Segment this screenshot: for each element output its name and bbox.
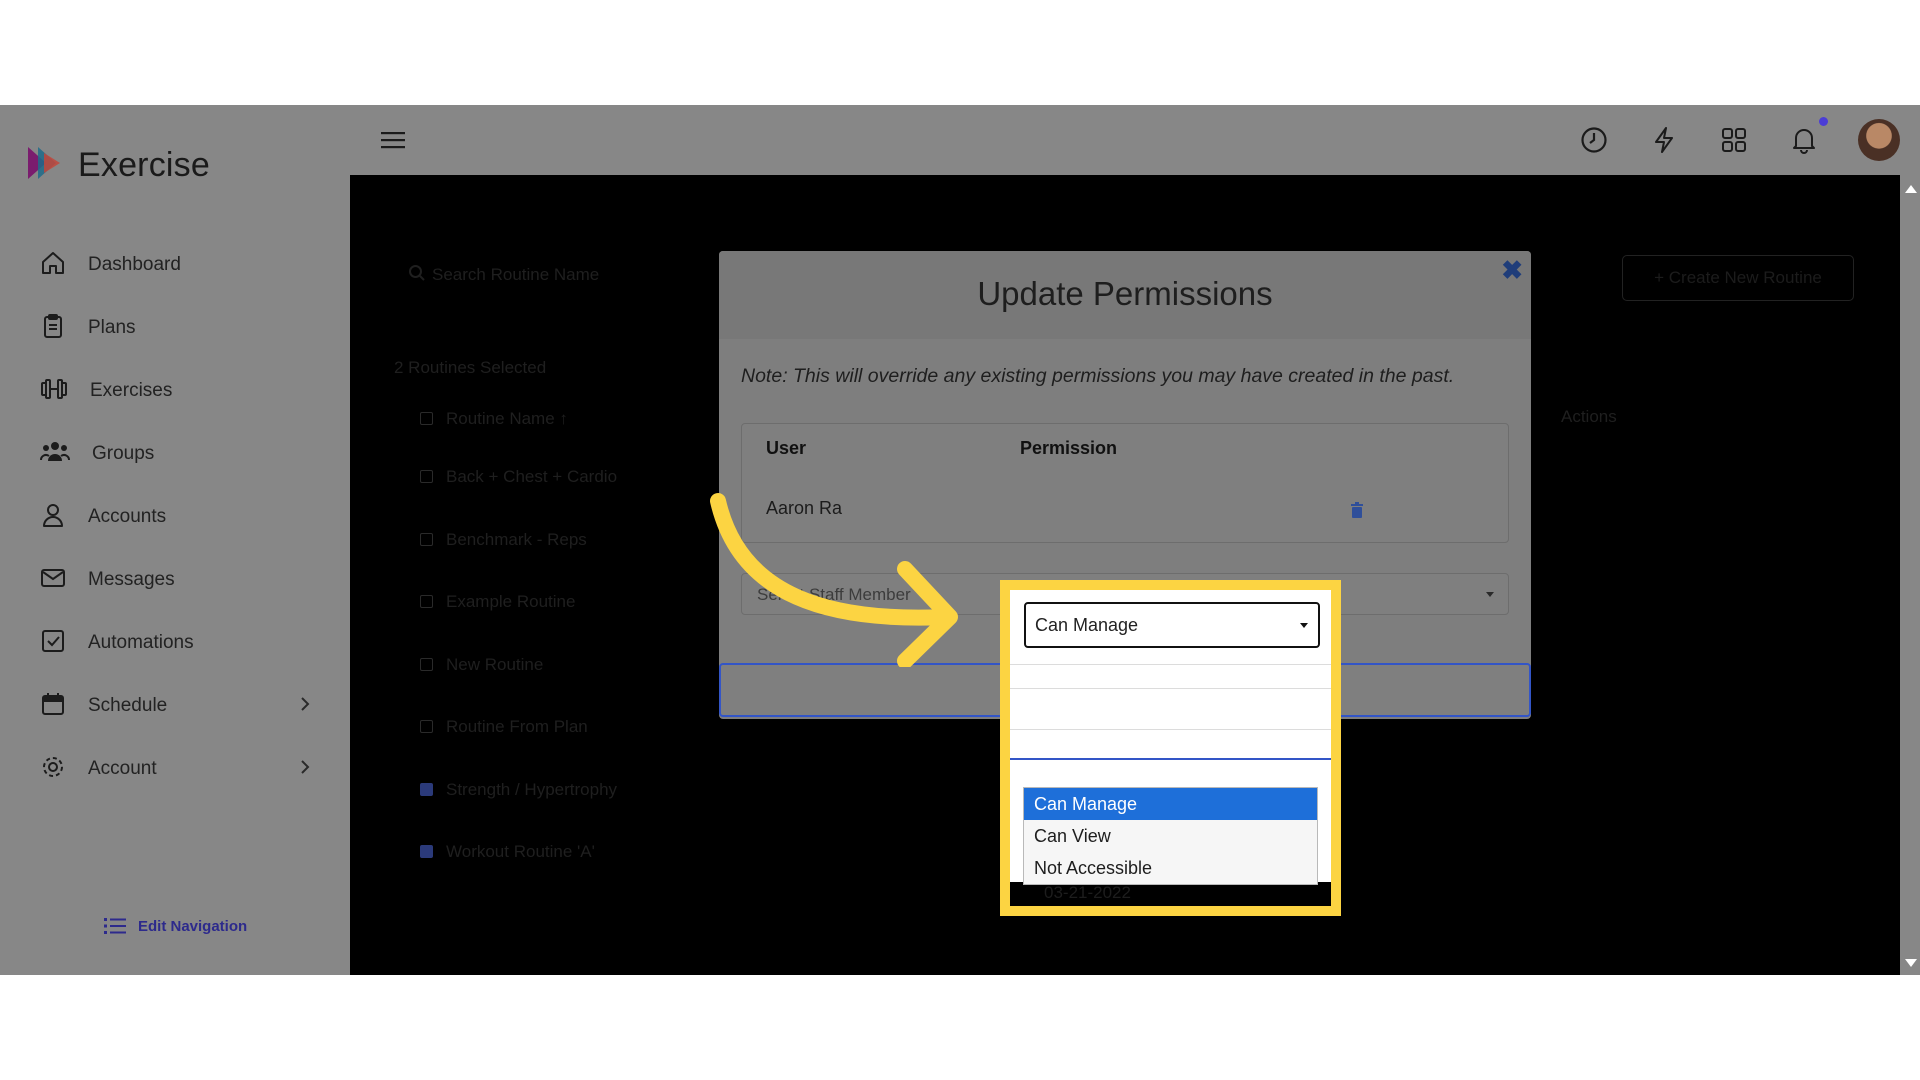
row-date: 03-21-2022 [1044, 883, 1131, 902]
mail-icon [40, 565, 66, 596]
search-input[interactable]: Search Routine Name [432, 265, 599, 285]
scroll-down-icon[interactable] [1905, 959, 1917, 967]
app-name: Exercise [78, 146, 210, 184]
divider [1010, 688, 1331, 689]
permission-select[interactable]: Can Manage [1024, 602, 1320, 648]
sidebar-item-label: Schedule [88, 695, 168, 716]
routine-name[interactable]: Strength / Hypertrophy [446, 780, 617, 800]
notification-dot [1819, 117, 1828, 126]
routine-checkbox[interactable] [420, 783, 433, 796]
routine-checkbox[interactable] [420, 595, 433, 608]
sidebar-item-label: Account [88, 758, 157, 779]
routine-name[interactable]: Example Routine [446, 592, 575, 612]
menu-icon[interactable] [376, 123, 410, 157]
divider [1010, 664, 1331, 665]
sidebar-item-accounts[interactable]: Accounts [40, 497, 310, 537]
create-routine-button[interactable]: + Create New Routine [1622, 255, 1854, 301]
clipboard-icon [40, 313, 66, 344]
sidebar-item-plans[interactable]: Plans [40, 308, 310, 348]
sidebar-item-automations[interactable]: Automations [40, 623, 310, 663]
modal-note: Note: This will override any existing pe… [741, 365, 1455, 387]
list-icon [104, 918, 126, 934]
avatar[interactable] [1858, 119, 1900, 161]
sidebar-item-label: Plans [88, 317, 136, 338]
chevron-down-icon [1300, 623, 1308, 628]
chevron-right-icon [300, 696, 310, 717]
highlight-content: 03-21-2022 Can Manage Can Manage Can View… [1010, 590, 1331, 906]
routine-name[interactable]: Workout Routine 'A' [446, 842, 595, 862]
trash-icon[interactable] [1350, 502, 1364, 523]
highlight-box: 03-21-2022 Can Manage Can Manage Can View… [1000, 580, 1341, 916]
routine-name[interactable]: Benchmark - Reps [446, 530, 587, 550]
sidebar-item-label: Messages [88, 569, 175, 590]
permission-options: Can Manage Can View Not Accessible [1023, 787, 1318, 885]
column-user: User [766, 438, 807, 458]
sidebar: Exercise Dashboard Plans Exercises Groups Ac… [0, 105, 350, 975]
sidebar-item-groups[interactable]: Groups [40, 434, 310, 474]
home-icon [40, 250, 66, 281]
scroll-up-icon[interactable] [1905, 185, 1917, 193]
column-actions: Actions [1561, 407, 1617, 426]
sidebar-item-schedule[interactable]: Schedule [40, 686, 310, 726]
permission-option[interactable]: Can View [1024, 820, 1317, 852]
search-icon [408, 264, 426, 287]
permission-select-value: Can Manage [1035, 614, 1139, 635]
sidebar-item-dashboard[interactable]: Dashboard [40, 245, 310, 285]
edit-navigation-link[interactable]: Edit Navigation [104, 917, 247, 935]
divider [1010, 729, 1331, 730]
routine-checkbox[interactable] [420, 533, 433, 546]
chevron-down-icon [1486, 592, 1494, 597]
routine-name[interactable]: Back + Chest + Cardio [446, 467, 617, 487]
sidebar-item-exercises[interactable]: Exercises [40, 371, 310, 411]
sidebar-item-label: Exercises [90, 380, 173, 401]
app-logo-icon [24, 143, 64, 188]
routine-checkbox[interactable] [420, 845, 433, 858]
bell-icon[interactable] [1787, 123, 1821, 157]
routine-checkbox[interactable] [420, 412, 433, 425]
row-date-obscured: 03-21-2022 [1010, 882, 1331, 906]
clock-icon[interactable] [1577, 123, 1611, 157]
brand[interactable]: Exercise [24, 143, 210, 188]
app-frame: Exercise Dashboard Plans Exercises Groups Ac… [0, 105, 1920, 975]
modal-header: Update Permissions ✖ [719, 251, 1531, 339]
column-permission: Permission [1020, 438, 1118, 458]
sidebar-item-label: Accounts [88, 506, 167, 527]
sidebar-item-account[interactable]: Account [40, 749, 310, 789]
topbar [350, 105, 1920, 175]
sidebar-item-messages[interactable]: Messages [40, 560, 310, 600]
user-icon [40, 502, 66, 533]
page-scrollbar[interactable] [1900, 175, 1920, 975]
grid-icon[interactable] [1717, 123, 1751, 157]
sidebar-item-label: Automations [88, 632, 194, 653]
routine-name[interactable]: Routine From Plan [446, 717, 588, 737]
checkbox-icon [40, 628, 66, 659]
routine-checkbox[interactable] [420, 470, 433, 483]
divider [1010, 758, 1331, 760]
selected-count: 2 Routines Selected [394, 358, 547, 377]
sidebar-item-label: Groups [92, 443, 155, 464]
routine-name[interactable]: New Routine [446, 655, 543, 675]
permission-option[interactable]: Can Manage [1024, 788, 1317, 820]
calendar-icon [40, 691, 66, 722]
bolt-icon[interactable] [1647, 123, 1681, 157]
edit-navigation-label: Edit Navigation [138, 917, 248, 935]
gear-icon [40, 754, 66, 785]
routine-checkbox[interactable] [420, 658, 433, 671]
users-icon [40, 439, 70, 470]
chevron-right-icon [300, 759, 310, 780]
dumbbell-icon [40, 376, 68, 407]
close-icon[interactable]: ✖ [1501, 257, 1523, 283]
routine-name[interactable]: Routine Name ↑ [446, 409, 568, 429]
routine-checkbox[interactable] [420, 720, 433, 733]
modal-title: Update Permissions [977, 275, 1273, 312]
sidebar-item-label: Dashboard [88, 254, 181, 275]
permission-option[interactable]: Not Accessible [1024, 852, 1317, 884]
annotation-arrow-icon [710, 493, 958, 667]
